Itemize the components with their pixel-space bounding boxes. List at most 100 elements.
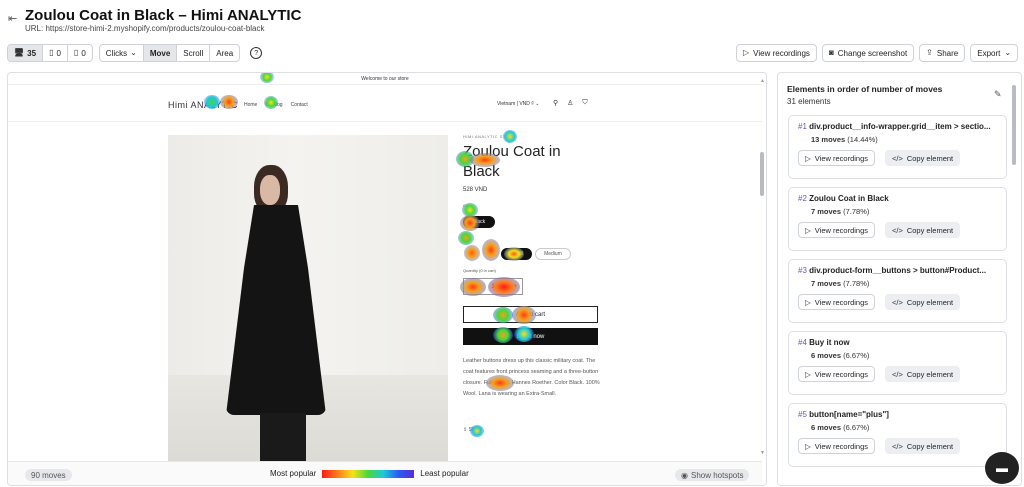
view-recordings-button[interactable]: ▷ View recordings bbox=[736, 44, 817, 62]
copy-element-button[interactable]: </> Copy element bbox=[885, 150, 961, 166]
mode-move-button[interactable]: Move bbox=[143, 45, 178, 61]
play-icon: ▷ bbox=[805, 153, 811, 163]
scroll-up-icon[interactable]: ▲ bbox=[760, 78, 765, 84]
chevron-down-icon: ⌄ bbox=[1004, 48, 1012, 57]
element-card[interactable]: #3 div.product-form__buttons > button#Pr… bbox=[788, 259, 1007, 323]
play-icon: ▷ bbox=[743, 48, 750, 57]
element-name: div.product__info-wrapper.grid__item > s… bbox=[809, 122, 991, 131]
account-icon[interactable]: ♙ bbox=[567, 99, 573, 107]
element-card-title: #3 div.product-form__buttons > button#Pr… bbox=[798, 266, 1003, 275]
quantity-value: 1 bbox=[491, 283, 495, 290]
store-nav-home[interactable]: Home bbox=[244, 102, 257, 108]
export-label: Export bbox=[977, 48, 1001, 58]
view-recordings-label: View recordings bbox=[814, 441, 869, 451]
store-nav: Home Catalog Contact bbox=[244, 102, 308, 108]
moves-count-badge: 90 moves bbox=[25, 469, 72, 481]
store-currency[interactable]: Vietnam | VND ₫ ⌄ bbox=[497, 101, 539, 107]
mode-switcher: Clicks ⌄ Move Scroll Area bbox=[98, 44, 241, 62]
device-tablet-count: 0 bbox=[56, 48, 61, 58]
copy-element-label: Copy element bbox=[906, 297, 954, 307]
heatmap-preview[interactable]: Welcome to our store Himi ANALYTIC Home … bbox=[7, 72, 767, 486]
legend-least-popular: Least popular bbox=[420, 469, 469, 478]
device-tablet-button[interactable]: ▯ 0 bbox=[43, 45, 68, 61]
copy-element-label: Copy element bbox=[906, 225, 954, 235]
element-card[interactable]: #2 Zoulou Coat in Black 7 moves (7.78%) … bbox=[788, 187, 1007, 251]
copy-element-label: Copy element bbox=[906, 441, 954, 451]
element-rank: #1 bbox=[798, 122, 807, 131]
mode-scroll-button[interactable]: Scroll bbox=[177, 45, 211, 61]
minus-icon[interactable]: − bbox=[469, 284, 473, 290]
element-moves-count: 6 moves bbox=[811, 351, 842, 360]
view-recordings-button[interactable]: ▷ View recordings bbox=[798, 222, 876, 238]
show-hotspots-label: Show hotspots bbox=[690, 470, 744, 480]
element-card[interactable]: #1 div.product__info-wrapper.grid__item … bbox=[788, 115, 1007, 179]
store-currency-label: Vietnam | VND ₫ bbox=[497, 101, 534, 107]
product-price: 528 VND bbox=[463, 187, 488, 193]
preview-footer: 90 moves Most popular Least popular ◉ Sho… bbox=[8, 461, 762, 485]
header-divider bbox=[8, 121, 762, 122]
back-icon[interactable]: ⇤ bbox=[8, 13, 20, 25]
element-card-title: #2 Zoulou Coat in Black bbox=[798, 194, 1003, 203]
copy-element-button[interactable]: </> Copy element bbox=[885, 222, 961, 238]
mode-clicks-label: Clicks bbox=[105, 48, 128, 58]
copy-element-button[interactable]: </> Copy element bbox=[885, 366, 961, 382]
code-icon: </> bbox=[892, 297, 903, 307]
color-label: Color bbox=[463, 203, 473, 208]
quantity-stepper[interactable]: − 1 + bbox=[463, 278, 523, 295]
product-share-label: Share bbox=[468, 427, 482, 433]
view-recordings-button[interactable]: ▷ View recordings bbox=[798, 294, 876, 310]
store-nav-catalog[interactable]: Catalog bbox=[265, 102, 282, 108]
product-share[interactable]: ⇪ Share bbox=[463, 427, 482, 433]
device-desktop-button[interactable]: 🖥 35 bbox=[8, 45, 44, 61]
store-nav-contact[interactable]: Contact bbox=[291, 102, 308, 108]
element-card[interactable]: #4 Buy it now 6 moves (6.67%) ▷ View reco… bbox=[788, 331, 1007, 395]
model-coat bbox=[226, 205, 326, 415]
copy-element-button[interactable]: </> Copy element bbox=[885, 294, 961, 310]
element-name: Buy it now bbox=[809, 338, 850, 347]
size-option-medium[interactable]: Medium bbox=[535, 248, 571, 260]
export-button[interactable]: Export ⌄ bbox=[970, 44, 1019, 62]
element-moves: 7 moves (7.78%) bbox=[811, 207, 869, 216]
mode-clicks-button[interactable]: Clicks ⌄ bbox=[100, 45, 144, 61]
size-option-small[interactable]: Small bbox=[501, 248, 532, 260]
element-card[interactable]: #5 button[name="plus"] 6 moves (6.67%) ▷… bbox=[788, 403, 1007, 467]
element-moves-count: 13 moves bbox=[811, 135, 846, 144]
element-moves-pct: (6.67%) bbox=[843, 351, 870, 360]
plus-icon[interactable]: + bbox=[513, 284, 517, 290]
element-moves: 13 moves (14.44%) bbox=[811, 135, 878, 144]
edit-icon[interactable]: ✎ bbox=[994, 89, 1002, 100]
view-recordings-button[interactable]: ▷ View recordings bbox=[798, 150, 876, 166]
add-to-cart-button[interactable]: Add to cart bbox=[463, 306, 598, 323]
copy-element-label: Copy element bbox=[906, 369, 954, 379]
view-recordings-button[interactable]: ▷ View recordings bbox=[798, 438, 876, 454]
search-icon[interactable]: ⚲ bbox=[553, 99, 558, 107]
device-mobile-button[interactable]: ▯ 0 bbox=[68, 45, 92, 61]
show-hotspots-button[interactable]: ◉ Show hotspots bbox=[675, 469, 750, 481]
mode-area-button[interactable]: Area bbox=[210, 45, 239, 61]
cart-icon[interactable]: ⛉ bbox=[582, 99, 587, 107]
legend-gradient bbox=[322, 469, 415, 478]
element-card-title: #4 Buy it now bbox=[798, 338, 1003, 347]
model-face bbox=[260, 175, 280, 205]
preview-scrollbar-thumb[interactable] bbox=[760, 152, 764, 196]
help-icon[interactable]: ? bbox=[250, 47, 263, 59]
buy-now-button[interactable]: Buy it now bbox=[463, 328, 598, 345]
change-screenshot-button[interactable]: ◙ Change screenshot bbox=[821, 44, 915, 62]
panel-title: Elements in order of number of moves bbox=[787, 84, 943, 94]
element-rank: #4 bbox=[798, 338, 807, 347]
chat-widget-button[interactable]: ▬ bbox=[985, 452, 1019, 484]
scroll-down-icon[interactable]: ▼ bbox=[760, 450, 765, 456]
element-moves: 7 moves (7.78%) bbox=[811, 279, 869, 288]
element-moves-count: 7 moves bbox=[811, 207, 842, 216]
color-option-black[interactable]: Black bbox=[463, 216, 495, 228]
page-url: URL: https://store-himi-2.myshopify.com/… bbox=[25, 24, 265, 33]
copy-element-button[interactable]: </> Copy element bbox=[885, 438, 961, 454]
view-recordings-button[interactable]: ▷ View recordings bbox=[798, 366, 876, 382]
share-button[interactable]: ⇪ Share bbox=[919, 44, 966, 62]
share-icon: ⇪ bbox=[463, 427, 468, 433]
element-name: button[name="plus"] bbox=[809, 410, 889, 419]
preview-scrollbar[interactable]: ▲ ▼ bbox=[760, 78, 765, 458]
element-moves-count: 7 moves bbox=[811, 279, 842, 288]
toolbar-left: 🖥 35 ▯ 0 ▯ 0 Clicks ⌄ Move Scroll Area ? bbox=[7, 44, 263, 62]
panel-scrollbar[interactable] bbox=[1012, 85, 1016, 165]
